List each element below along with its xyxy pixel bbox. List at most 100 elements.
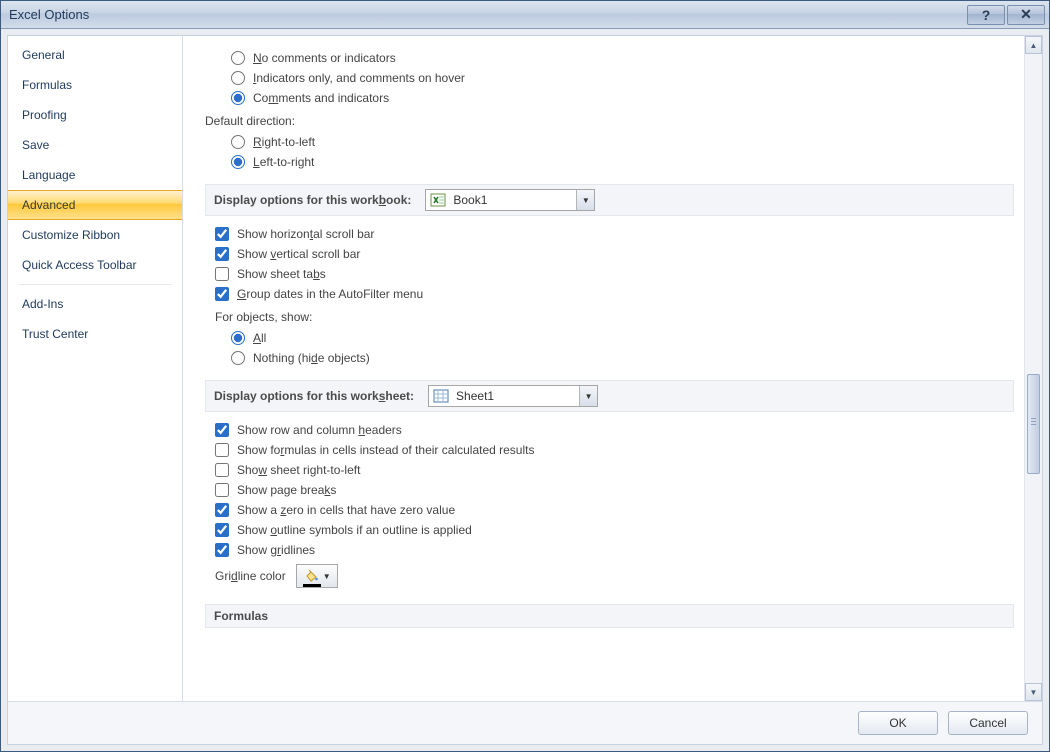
checkbox-input[interactable]: [215, 483, 229, 497]
title-bar: Excel Options ? ✕: [1, 1, 1049, 29]
radio-input[interactable]: [231, 155, 245, 169]
gridline-color-picker[interactable]: ▼: [296, 564, 338, 588]
radio-right-to-left[interactable]: Right-to-left: [205, 132, 1014, 152]
check-sheet-tabs[interactable]: Show sheet tabs: [205, 264, 1014, 284]
help-button[interactable]: ?: [967, 5, 1005, 25]
dialog-footer: OK Cancel: [8, 702, 1042, 744]
radio-input[interactable]: [231, 91, 245, 105]
check-sheet-rtl[interactable]: Show sheet right-to-left: [205, 460, 1014, 480]
sidebar-item-label: Proofing: [22, 108, 67, 122]
close-icon: ✕: [1020, 6, 1032, 23]
checkbox-label: Show outline symbols if an outline is ap…: [237, 523, 472, 537]
scrollbar-thumb[interactable]: [1027, 374, 1040, 474]
checkbox-input[interactable]: [215, 247, 229, 261]
cancel-button[interactable]: Cancel: [948, 711, 1028, 735]
sidebar-item-label: Advanced: [22, 198, 75, 212]
ok-button[interactable]: OK: [858, 711, 938, 735]
sidebar-item-save[interactable]: Save: [8, 130, 182, 160]
sidebar-item-customize-ribbon[interactable]: Customize Ribbon: [8, 220, 182, 250]
dialog-body: General Formulas Proofing Save Language …: [7, 35, 1043, 745]
checkbox-input[interactable]: [215, 267, 229, 281]
checkbox-input[interactable]: [215, 463, 229, 477]
checkbox-label: Show row and column headers: [237, 423, 402, 437]
sidebar-item-language[interactable]: Language: [8, 160, 182, 190]
checkbox-input[interactable]: [215, 227, 229, 241]
checkbox-label: Show a zero in cells that have zero valu…: [237, 503, 455, 517]
radio-no-comments[interactable]: No comments or indicators: [205, 48, 1014, 68]
radio-left-to-right[interactable]: Left-to-right: [205, 152, 1014, 172]
close-button[interactable]: ✕: [1007, 5, 1045, 25]
sidebar-item-label: Save: [22, 138, 49, 152]
scroll-up-button[interactable]: ▲: [1025, 36, 1042, 54]
worksheet-section-title: Display options for this worksheet:: [214, 389, 414, 403]
excel-options-dialog: Excel Options ? ✕ General Formulas Proof…: [0, 0, 1050, 752]
checkbox-input[interactable]: [215, 543, 229, 557]
scroll-down-button[interactable]: ▼: [1025, 683, 1042, 701]
options-scroll-area: No comments or indicators Indicators onl…: [183, 36, 1022, 701]
chevron-down-icon[interactable]: ▼: [576, 190, 594, 210]
radio-objects-all[interactable]: All: [205, 328, 1014, 348]
workbook-section-title: Display options for this workbook:: [214, 193, 411, 207]
checkbox-label: Show sheet tabs: [237, 267, 326, 281]
check-horizontal-scroll[interactable]: Show horizontal scroll bar: [205, 224, 1014, 244]
radio-label: Indicators only, and comments on hover: [253, 71, 465, 85]
fill-color-icon: [303, 569, 319, 583]
workbook-selector[interactable]: Book1 ▼: [425, 189, 595, 211]
checkbox-input[interactable]: [215, 423, 229, 437]
sidebar-item-label: Quick Access Toolbar: [22, 258, 137, 272]
sidebar-item-advanced[interactable]: Advanced: [8, 190, 182, 220]
chevron-down-icon[interactable]: ▼: [579, 386, 597, 406]
checkbox-input[interactable]: [215, 523, 229, 537]
help-icon: ?: [982, 7, 991, 23]
sidebar-item-label: Formulas: [22, 78, 72, 92]
sidebar-item-trust-center[interactable]: Trust Center: [8, 319, 182, 349]
check-outline-symbols[interactable]: Show outline symbols if an outline is ap…: [205, 520, 1014, 540]
radio-input[interactable]: [231, 51, 245, 65]
sidebar-item-label: Trust Center: [22, 327, 88, 341]
radio-objects-nothing[interactable]: Nothing (hide objects): [205, 348, 1014, 368]
default-direction-label: Default direction:: [205, 108, 1014, 132]
worksheet-selector[interactable]: Sheet1 ▼: [428, 385, 598, 407]
objects-label: For objects, show:: [205, 304, 1014, 328]
check-group-dates[interactable]: Group dates in the AutoFilter menu: [205, 284, 1014, 304]
sidebar-item-proofing[interactable]: Proofing: [8, 100, 182, 130]
check-vertical-scroll[interactable]: Show vertical scroll bar: [205, 244, 1014, 264]
radio-indicators-only[interactable]: Indicators only, and comments on hover: [205, 68, 1014, 88]
checkbox-label: Show vertical scroll bar: [237, 247, 360, 261]
sidebar-item-formulas[interactable]: Formulas: [8, 70, 182, 100]
radio-input[interactable]: [231, 331, 245, 345]
radio-input[interactable]: [231, 135, 245, 149]
worksheet-icon: [432, 387, 450, 405]
radio-label: Comments and indicators: [253, 91, 389, 105]
vertical-scrollbar[interactable]: ▲ ▼: [1024, 36, 1042, 701]
check-page-breaks[interactable]: Show page breaks: [205, 480, 1014, 500]
radio-input[interactable]: [231, 351, 245, 365]
sidebar-item-addins[interactable]: Add-Ins: [8, 289, 182, 319]
check-row-col-headers[interactable]: Show row and column headers: [205, 420, 1014, 440]
radio-comments-and-indicators[interactable]: Comments and indicators: [205, 88, 1014, 108]
category-sidebar: General Formulas Proofing Save Language …: [8, 36, 183, 701]
chevron-down-icon: ▼: [323, 572, 331, 581]
sidebar-item-label: Language: [22, 168, 75, 182]
checkbox-input[interactable]: [215, 443, 229, 457]
checkbox-label: Show page breaks: [237, 483, 336, 497]
checkbox-input[interactable]: [215, 503, 229, 517]
check-show-formulas[interactable]: Show formulas in cells instead of their …: [205, 440, 1014, 460]
sidebar-item-quick-access-toolbar[interactable]: Quick Access Toolbar: [8, 250, 182, 280]
check-zero-values[interactable]: Show a zero in cells that have zero valu…: [205, 500, 1014, 520]
checkbox-input[interactable]: [215, 287, 229, 301]
excel-workbook-icon: [429, 191, 447, 209]
radio-input[interactable]: [231, 71, 245, 85]
sidebar-item-general[interactable]: General: [8, 40, 182, 70]
content-area: General Formulas Proofing Save Language …: [8, 36, 1042, 702]
checkbox-label: Show sheet right-to-left: [237, 463, 360, 477]
sidebar-item-label: Customize Ribbon: [22, 228, 120, 242]
checkbox-label: Show formulas in cells instead of their …: [237, 443, 534, 457]
scrollbar-track[interactable]: [1025, 54, 1042, 683]
radio-label: Right-to-left: [253, 135, 315, 149]
sidebar-separator: [18, 284, 172, 285]
formulas-section-title: Formulas: [214, 609, 268, 623]
check-gridlines[interactable]: Show gridlines: [205, 540, 1014, 560]
checkbox-label: Show gridlines: [237, 543, 315, 557]
workbook-display-section: Display options for this workbook: Book1…: [205, 184, 1014, 216]
